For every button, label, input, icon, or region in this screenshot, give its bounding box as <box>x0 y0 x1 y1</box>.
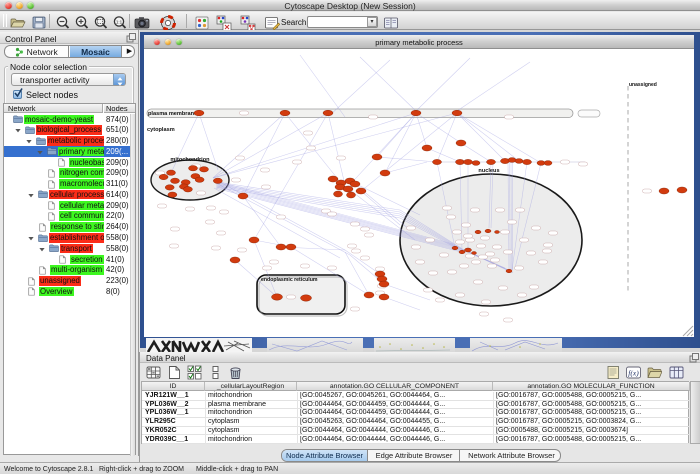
svg-text:nucleus: nucleus <box>478 168 499 174</box>
svg-text:cytoplasm: cytoplasm <box>147 127 175 133</box>
svg-text:1:1: 1:1 <box>116 19 123 24</box>
svg-text:endoplasmic reticulum: endoplasmic reticulum <box>261 277 318 283</box>
svg-text:plasma membrane: plasma membrane <box>148 111 197 117</box>
svg-text:mitochondrion: mitochondrion <box>170 157 210 163</box>
svg-text:unassigned: unassigned <box>629 82 657 88</box>
svg-text:f(x): f(x) <box>628 369 639 378</box>
